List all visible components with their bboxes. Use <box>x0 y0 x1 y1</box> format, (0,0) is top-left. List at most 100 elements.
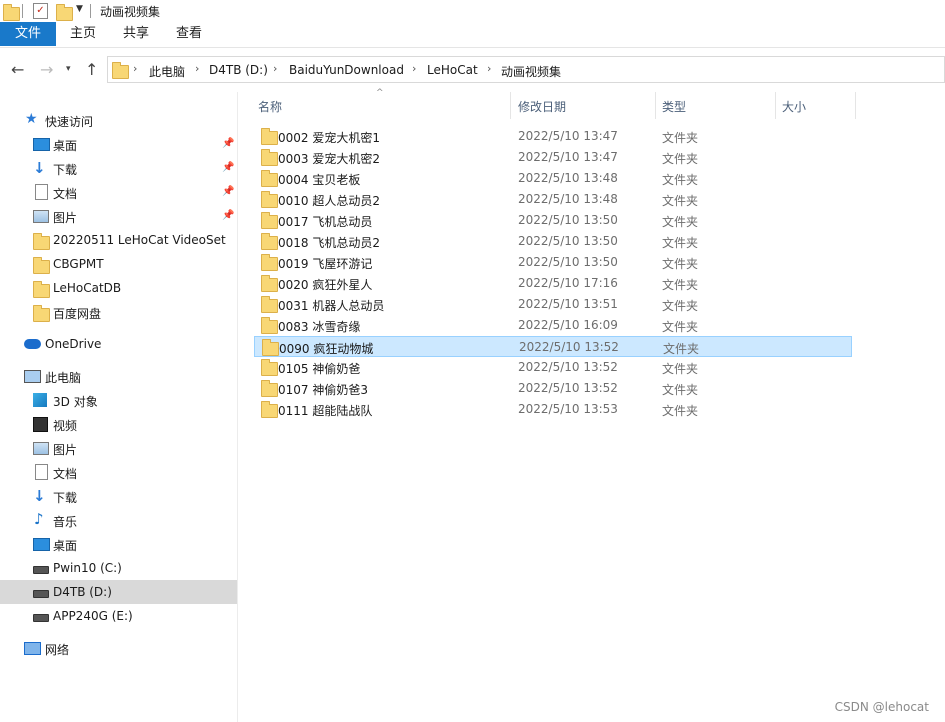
column-divider[interactable] <box>855 92 856 119</box>
file-name: 0111 超能陆战队 <box>278 404 373 418</box>
desktop-icon <box>33 538 50 551</box>
tab-share[interactable]: 共享 <box>123 22 149 46</box>
network-icon <box>24 642 41 655</box>
computer-icon <box>24 370 41 383</box>
back-arrow-icon[interactable]: ← <box>11 60 24 79</box>
folder-icon <box>261 359 278 376</box>
file-type: 文件夹 <box>663 342 700 356</box>
sidebar-item-drive-e[interactable]: APP240G (E:) <box>0 604 237 628</box>
breadcrumb-this-pc[interactable]: 此电脑 <box>149 63 185 80</box>
sidebar-item-label: 桌面 <box>53 539 78 553</box>
modified-date: 2022/5/10 13:48 <box>518 171 618 185</box>
table-row[interactable]: 0020 疯狂外星人 2022/5/10 17:16 文件夹 <box>254 273 852 294</box>
table-row[interactable]: 0018 飞机总动员2 2022/5/10 13:50 文件夹 <box>254 231 852 252</box>
file-type: 文件夹 <box>662 194 699 208</box>
folder-icon <box>261 401 278 418</box>
new-folder-icon[interactable] <box>56 4 73 21</box>
file-type: 文件夹 <box>662 404 699 418</box>
breadcrumb-current-folder[interactable]: 动画视频集 <box>501 63 561 80</box>
sidebar-item-videos[interactable]: 视频 <box>0 412 237 436</box>
file-name: 0107 神偷奶爸3 <box>278 383 368 397</box>
table-row[interactable]: 0004 宝贝老板 2022/5/10 13:48 文件夹 <box>254 168 852 189</box>
column-divider[interactable] <box>510 92 511 119</box>
sidebar-item-documents[interactable]: 文档 📌 <box>0 180 237 204</box>
pin-icon: 📌 <box>222 210 235 221</box>
folder-icon <box>261 254 278 271</box>
modified-date: 2022/5/10 13:50 <box>518 213 618 227</box>
table-row[interactable]: 0090 疯狂动物城 2022/5/10 13:52 文件夹 <box>254 336 852 357</box>
table-row[interactable]: 0003 爱宠大机密2 2022/5/10 13:47 文件夹 <box>254 147 852 168</box>
sidebar-item-lehocatdb[interactable]: LeHoCatDB <box>0 276 237 300</box>
breadcrumb-baiduyundownload[interactable]: BaiduYunDownload <box>289 63 404 77</box>
table-row[interactable]: 0107 神偷奶爸3 2022/5/10 13:52 文件夹 <box>254 378 852 399</box>
recent-locations-chevron-icon[interactable]: ▾ <box>66 64 71 74</box>
table-row[interactable]: 0019 飞屋环游记 2022/5/10 13:50 文件夹 <box>254 252 852 273</box>
sidebar-item-drive-d[interactable]: D4TB (D:) <box>0 580 237 604</box>
customize-toolbar-icon[interactable]: ▼ <box>76 4 83 14</box>
document-icon <box>35 464 48 480</box>
table-row[interactable]: 0111 超能陆战队 2022/5/10 13:53 文件夹 <box>254 399 852 420</box>
chevron-right-icon[interactable]: › <box>487 62 491 75</box>
column-header-size[interactable]: 大小 <box>782 98 806 115</box>
table-row[interactable]: 0105 神偷奶爸 2022/5/10 13:52 文件夹 <box>254 357 852 378</box>
sidebar-item-label: 此电脑 <box>45 371 82 385</box>
sidebar-item-pc-desktop[interactable]: 桌面 <box>0 532 237 556</box>
column-header-date[interactable]: 修改日期 <box>518 98 566 115</box>
folder-icon <box>261 380 278 397</box>
sidebar-item-pc-downloads[interactable]: ↓ 下载 <box>0 484 237 508</box>
sidebar-item-quick-access[interactable]: ★ 快速访问 <box>0 108 237 132</box>
chevron-right-icon[interactable]: › <box>412 62 416 75</box>
sidebar-item-label: CBGPMT <box>53 257 104 271</box>
table-row[interactable]: 0017 飞机总动员 2022/5/10 13:50 文件夹 <box>254 210 852 231</box>
folder-icon <box>261 191 278 208</box>
sidebar-item-pictures[interactable]: 图片 📌 <box>0 204 237 228</box>
pin-icon: 📌 <box>222 186 235 197</box>
sidebar-item-this-pc[interactable]: 此电脑 <box>0 364 237 388</box>
sidebar-item-drive-c[interactable]: Pwin10 (C:) <box>0 556 237 580</box>
folder-icon <box>261 170 278 187</box>
column-header-name[interactable]: 名称 <box>258 98 282 115</box>
table-row[interactable]: 0083 冰雪奇缘 2022/5/10 16:09 文件夹 <box>254 315 852 336</box>
file-name: 0003 爱宠大机密2 <box>278 152 380 166</box>
sidebar-item-desktop[interactable]: 桌面 📌 <box>0 132 237 156</box>
chevron-right-icon[interactable]: › <box>133 62 137 75</box>
sidebar-item-3d-objects[interactable]: 3D 对象 <box>0 388 237 412</box>
download-arrow-icon: ↓ <box>33 159 46 177</box>
sidebar-item-cbgpmt[interactable]: CBGPMT <box>0 252 237 276</box>
sidebar-item-downloads[interactable]: ↓ 下载 📌 <box>0 156 237 180</box>
tab-file[interactable]: 文件 <box>0 22 56 46</box>
tab-home[interactable]: 主页 <box>70 22 96 46</box>
sidebar-item-pc-pictures[interactable]: 图片 <box>0 436 237 460</box>
properties-icon[interactable]: ✓ <box>33 3 48 19</box>
file-type: 文件夹 <box>662 362 699 376</box>
table-row[interactable]: 0010 超人总动员2 2022/5/10 13:48 文件夹 <box>254 189 852 210</box>
chevron-right-icon[interactable]: › <box>195 62 199 75</box>
table-row[interactable]: 0002 爱宠大机密1 2022/5/10 13:47 文件夹 <box>254 126 852 147</box>
up-arrow-icon[interactable]: ↑ <box>85 60 98 79</box>
sidebar-item-label: LeHoCatDB <box>53 281 122 295</box>
sidebar-item-videoset[interactable]: 20220511 LeHoCat VideoSet <box>0 228 237 252</box>
pictures-icon <box>33 442 49 455</box>
modified-date: 2022/5/10 13:52 <box>518 381 618 395</box>
forward-arrow-icon[interactable]: → <box>40 60 53 79</box>
folder-icon <box>33 281 50 298</box>
tab-view[interactable]: 查看 <box>176 22 202 46</box>
breadcrumb-lehocat[interactable]: LeHoCat <box>427 63 478 77</box>
column-header-type[interactable]: 类型 <box>662 98 686 115</box>
modified-date: 2022/5/10 13:48 <box>518 192 618 206</box>
column-divider[interactable] <box>775 92 776 119</box>
sidebar-item-music[interactable]: ♪ 音乐 <box>0 508 237 532</box>
modified-date: 2022/5/10 17:16 <box>518 276 618 290</box>
sidebar-item-label: 快速访问 <box>45 115 94 129</box>
sidebar-item-network[interactable]: 网络 <box>0 636 237 660</box>
chevron-right-icon[interactable]: › <box>273 62 277 75</box>
address-bar[interactable]: › 此电脑 › D4TB (D:) › BaiduYunDownload › L… <box>107 56 945 83</box>
table-row[interactable]: 0031 机器人总动员 2022/5/10 13:51 文件夹 <box>254 294 852 315</box>
sidebar-item-label: D4TB (D:) <box>53 585 112 599</box>
sidebar-item-onedrive[interactable]: OneDrive <box>0 332 237 356</box>
breadcrumb-d4tb[interactable]: D4TB (D:) <box>209 63 268 77</box>
sidebar-item-baidu-netdisk[interactable]: 百度网盘 <box>0 300 237 324</box>
sidebar-item-label: 3D 对象 <box>53 395 98 409</box>
column-divider[interactable] <box>655 92 656 119</box>
sidebar-item-pc-documents[interactable]: 文档 <box>0 460 237 484</box>
